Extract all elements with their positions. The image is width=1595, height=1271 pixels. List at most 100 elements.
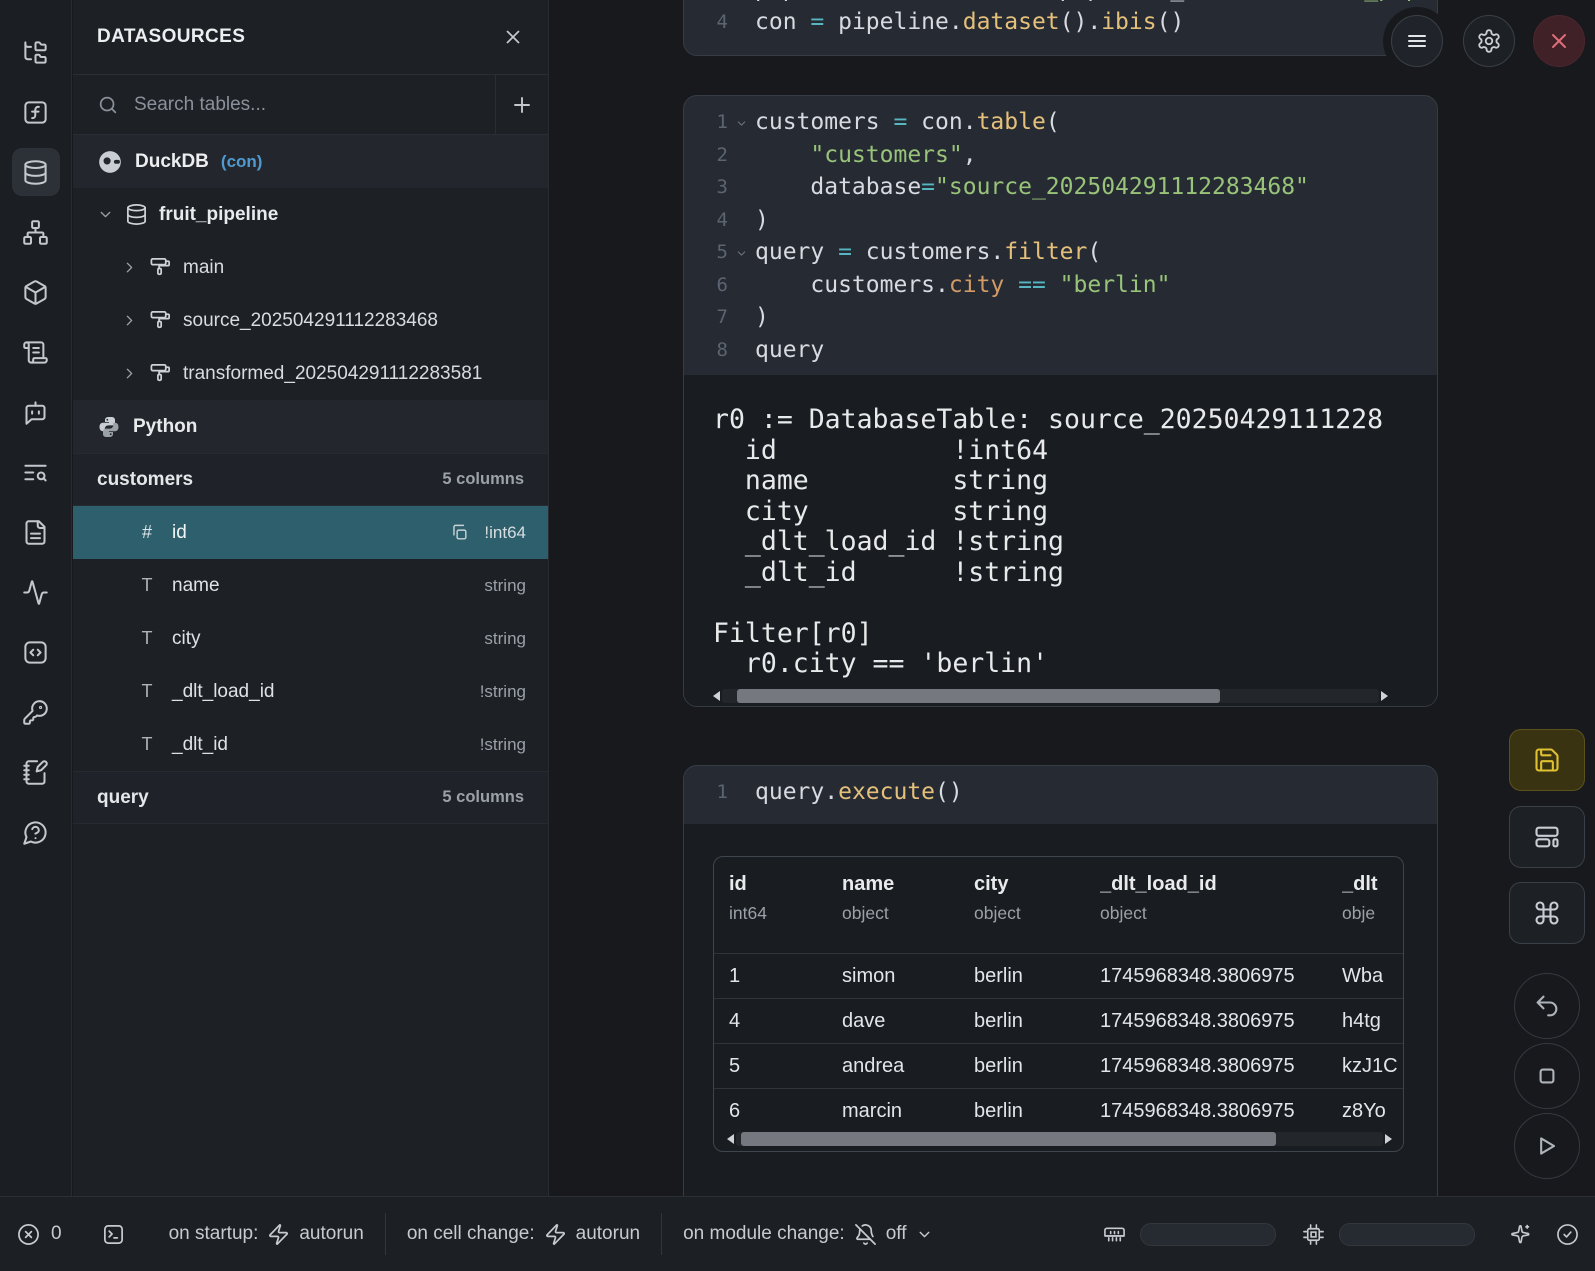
shutdown-button[interactable] bbox=[1533, 15, 1585, 67]
divider bbox=[661, 1213, 662, 1255]
code-editor[interactable]: 3pipeline = dlt.attach(pipeline_name=f"{… bbox=[684, 0, 1437, 47]
line-number: 5 bbox=[684, 241, 728, 263]
bot-message-icon[interactable] bbox=[12, 388, 60, 436]
dataframe-column-header[interactable]: nameobject bbox=[842, 873, 974, 924]
scroll-right-arrow[interactable] bbox=[1385, 1134, 1392, 1144]
scroll-text-icon[interactable] bbox=[12, 328, 60, 376]
database-icon[interactable] bbox=[12, 148, 60, 196]
chevron-down-icon[interactable] bbox=[97, 206, 114, 223]
file-tree-icon[interactable] bbox=[12, 28, 60, 76]
square-code-icon[interactable] bbox=[12, 628, 60, 676]
function-square-icon[interactable] bbox=[12, 88, 60, 136]
notebook-pen-icon[interactable] bbox=[12, 748, 60, 796]
chevron-right-icon[interactable] bbox=[121, 259, 138, 276]
add-datasource-button[interactable] bbox=[495, 75, 548, 134]
copy-icon[interactable] bbox=[450, 523, 469, 542]
horizontal-scrollbar[interactable] bbox=[713, 689, 1388, 703]
scrollbar-thumb[interactable] bbox=[741, 1132, 1276, 1146]
table-header-customers[interactable]: customers5 columns bbox=[73, 453, 548, 506]
table-row[interactable]: 1simonberlin1745968348.3806975Wba bbox=[714, 953, 1403, 998]
code-line[interactable]: 5query = customers.filter( bbox=[684, 236, 1437, 269]
layout-toggle-button[interactable] bbox=[1509, 806, 1585, 868]
table-header-query[interactable]: query5 columns bbox=[73, 771, 548, 824]
fold-gutter bbox=[728, 283, 755, 286]
tree-item-fruit_pipeline[interactable]: fruit_pipeline bbox=[73, 188, 548, 241]
code-line[interactable]: 4) bbox=[684, 204, 1437, 237]
undo-button[interactable] bbox=[1514, 973, 1580, 1039]
line-number: 4 bbox=[684, 11, 728, 33]
column-item-_dlt_id[interactable]: T_dlt_id!string bbox=[73, 718, 548, 771]
run-button[interactable] bbox=[1514, 1113, 1580, 1179]
code-line[interactable]: 4con = pipeline.dataset().ibis() bbox=[684, 6, 1437, 39]
code-editor[interactable]: 1customers = con.table(2 "customers",3 d… bbox=[684, 96, 1437, 375]
code-line[interactable]: 1customers = con.table( bbox=[684, 106, 1437, 139]
engine-name: DuckDB bbox=[135, 151, 209, 173]
cpu-usage-bar bbox=[1339, 1223, 1475, 1246]
table-row[interactable]: 5andreaberlin1745968348.3806975kzJ1C bbox=[714, 1043, 1403, 1088]
column-item-city[interactable]: Tcitystring bbox=[73, 612, 548, 665]
command-icon bbox=[1533, 899, 1561, 927]
python-logo-icon bbox=[97, 415, 121, 439]
save-button[interactable] bbox=[1509, 729, 1585, 791]
cell-output: r0 := DatabaseTable: source_202504291112… bbox=[684, 375, 1437, 707]
text-search-icon[interactable] bbox=[12, 448, 60, 496]
notebook-menu-button[interactable] bbox=[1391, 15, 1443, 67]
zap-icon bbox=[267, 1223, 290, 1246]
stop-icon bbox=[1533, 1062, 1561, 1090]
cell-query[interactable]: 1customers = con.table(2 "customers",3 d… bbox=[683, 95, 1438, 707]
table-row[interactable]: 6marcinberlin1745968348.3806975z8Yo bbox=[714, 1088, 1403, 1133]
ai-assistant-button[interactable] bbox=[1509, 1223, 1532, 1246]
fold-chevron-icon[interactable] bbox=[728, 244, 755, 260]
tree-item-source_202504291112283468[interactable]: source_202504291112283468 bbox=[73, 294, 548, 347]
dataframe-column-header[interactable]: _dltobje bbox=[1342, 873, 1403, 924]
status-bar: 0 on startup: autorun on cell change: au… bbox=[0, 1196, 1595, 1271]
settings-button[interactable] bbox=[1463, 15, 1515, 67]
scrollbar-thumb[interactable] bbox=[737, 689, 1220, 703]
close-panel-button[interactable] bbox=[502, 26, 524, 48]
terminal-button[interactable] bbox=[102, 1223, 125, 1246]
horizontal-scrollbar[interactable] bbox=[727, 1132, 1392, 1146]
dataframe-column-header[interactable]: cityobject bbox=[974, 873, 1100, 924]
tree-item-main[interactable]: main bbox=[73, 241, 548, 294]
code-line[interactable]: 6 customers.city == "berlin" bbox=[684, 269, 1437, 302]
cell-pipeline[interactable]: 3pipeline = dlt.attach(pipeline_name=f"{… bbox=[683, 0, 1438, 56]
connection-status-indicator[interactable] bbox=[1556, 1223, 1579, 1246]
scroll-left-arrow[interactable] bbox=[713, 691, 720, 701]
python-section-header[interactable]: Python bbox=[73, 400, 548, 453]
column-item-name[interactable]: Tnamestring bbox=[73, 559, 548, 612]
code-line[interactable]: 1query.execute() bbox=[684, 776, 1437, 809]
column-item-id[interactable]: #id!int64 bbox=[73, 506, 548, 559]
chevron-right-icon[interactable] bbox=[121, 312, 138, 329]
engine-duckdb[interactable]: DuckDB (con) bbox=[73, 135, 548, 188]
chevron-right-icon[interactable] bbox=[121, 365, 138, 382]
search-input[interactable] bbox=[132, 93, 495, 117]
network-icon[interactable] bbox=[12, 208, 60, 256]
code-line[interactable]: 8query bbox=[684, 334, 1437, 367]
error-indicator[interactable]: 0 bbox=[17, 1223, 62, 1246]
scroll-right-arrow[interactable] bbox=[1381, 691, 1388, 701]
stop-button[interactable] bbox=[1514, 1043, 1580, 1109]
package-icon[interactable] bbox=[12, 268, 60, 316]
dataframe-column-header[interactable]: idint64 bbox=[729, 873, 842, 924]
dataframe-column-header[interactable]: _dlt_load_idobject bbox=[1100, 873, 1342, 924]
table-row[interactable]: 4daveberlin1745968348.3806975h4tg bbox=[714, 998, 1403, 1043]
dtype-glyph: T bbox=[137, 628, 157, 649]
activity-icon[interactable] bbox=[12, 568, 60, 616]
code-line[interactable]: 3 database="source_202504291112283468" bbox=[684, 171, 1437, 204]
on-module-change-setting[interactable]: on module change: off bbox=[683, 1223, 932, 1246]
help-circle-icon[interactable] bbox=[12, 808, 60, 856]
on-startup-setting[interactable]: on startup: autorun bbox=[169, 1223, 364, 1246]
duckdb-logo-icon bbox=[97, 149, 123, 175]
code-editor[interactable]: 1query.execute() bbox=[684, 766, 1437, 818]
code-line[interactable]: 2 "customers", bbox=[684, 139, 1437, 172]
on-cell-change-setting[interactable]: on cell change: autorun bbox=[407, 1223, 640, 1246]
fold-chevron-icon[interactable] bbox=[728, 114, 755, 130]
column-item-_dlt_load_id[interactable]: T_dlt_load_id!string bbox=[73, 665, 548, 718]
key-round-icon[interactable] bbox=[12, 688, 60, 736]
command-palette-button[interactable] bbox=[1509, 882, 1585, 944]
scroll-left-arrow[interactable] bbox=[727, 1134, 734, 1144]
tree-item-transformed_202504291112283581[interactable]: transformed_202504291112283581 bbox=[73, 347, 548, 400]
file-text-icon[interactable] bbox=[12, 508, 60, 556]
code-line[interactable]: 7) bbox=[684, 301, 1437, 334]
cell-execute[interactable]: 1query.execute() idint64nameobjectcityob… bbox=[683, 765, 1438, 1240]
